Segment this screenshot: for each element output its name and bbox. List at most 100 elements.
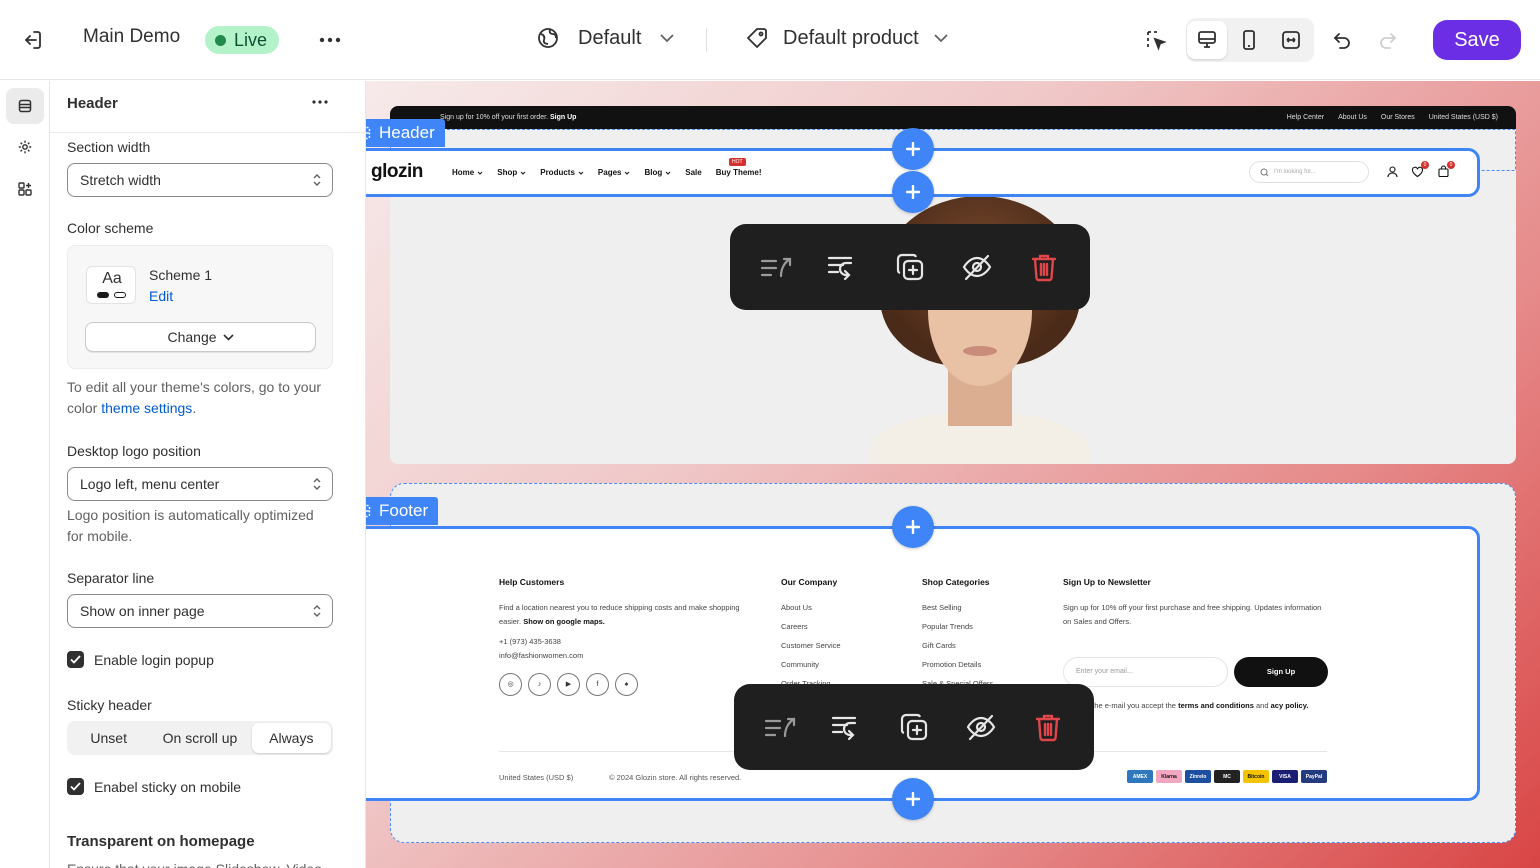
scheme-edit-link[interactable]: Edit	[149, 288, 173, 304]
exit-button[interactable]	[12, 20, 52, 60]
duplicate-button[interactable]	[888, 701, 940, 753]
footer-link-community[interactable]: Community	[781, 658, 901, 672]
menu-item-home[interactable]: Home	[452, 168, 483, 177]
menu-item-buy-theme[interactable]: Buy Theme!	[716, 168, 762, 177]
site-menu: Home Shop Products Pages Blog Sale Buy T…	[452, 168, 762, 177]
newsletter-email-input[interactable]: Enter your email...	[1063, 657, 1228, 687]
checkbox-checked[interactable]	[67, 651, 84, 668]
logo-position-select[interactable]: Logo left, menu center	[67, 467, 333, 501]
separator-select[interactable]: Show on inner page	[67, 594, 333, 628]
menu-item-blog[interactable]: Blog	[644, 168, 671, 177]
footer-currency-selector[interactable]: United States (USD $)	[499, 773, 573, 782]
delete-button[interactable]	[1018, 241, 1070, 293]
newsletter-signup-button[interactable]: Sign Up	[1234, 657, 1328, 687]
add-section-above-footer-button[interactable]	[892, 506, 934, 548]
menu-item-sale[interactable]: Sale	[685, 168, 701, 177]
duplicate-button[interactable]	[884, 241, 936, 293]
section-width-label: Section width	[67, 139, 151, 155]
header-section-tag[interactable]: Header	[366, 119, 445, 147]
live-label: Live	[234, 29, 268, 50]
add-section-below-header-button[interactable]	[892, 171, 934, 213]
wishlist-count-badge: 0	[1421, 161, 1429, 169]
save-button[interactable]: Save	[1433, 20, 1521, 60]
chevron-down-icon	[625, 171, 630, 175]
checkmark-icon	[70, 782, 81, 791]
theme-dropdown[interactable]: Default	[536, 26, 675, 50]
snapchat-icon[interactable]: ♠	[615, 673, 638, 696]
site-search-input[interactable]: I'm looking for...	[1249, 161, 1369, 183]
sticky-option-always[interactable]: Always	[251, 723, 331, 753]
tiktok-icon[interactable]: ♪	[528, 673, 551, 696]
change-scheme-button[interactable]: Change	[85, 322, 316, 352]
sections-tab[interactable]	[6, 88, 44, 124]
redo-button[interactable]	[1368, 20, 1408, 60]
hot-badge: HOT	[729, 158, 746, 166]
currency-selector[interactable]: United States (USD $)	[1429, 114, 1498, 121]
privacy-link[interactable]: acy policy.	[1271, 701, 1309, 710]
hide-button[interactable]	[951, 241, 1003, 293]
move-down-icon	[831, 716, 856, 741]
sticky-option-unset[interactable]: Unset	[69, 723, 148, 753]
footer-link-careers[interactable]: Careers	[781, 620, 901, 634]
wishlist-button[interactable]: 0	[1411, 161, 1429, 178]
footer-link-gift-cards[interactable]: Gift Cards	[922, 639, 1042, 653]
sticky-option-scroll-up[interactable]: On scroll up	[148, 723, 251, 753]
account-button[interactable]	[1386, 165, 1399, 178]
hide-button[interactable]	[955, 701, 1007, 753]
footer-link-best-selling[interactable]: Best Selling	[922, 601, 1042, 615]
footer-link-about[interactable]: About Us	[781, 601, 901, 615]
undo-button[interactable]	[1322, 20, 1362, 60]
move-down-button[interactable]	[821, 701, 873, 753]
theme-settings-tab[interactable]	[6, 129, 44, 165]
cart-button[interactable]: 0	[1437, 161, 1455, 178]
apps-tab[interactable]	[6, 171, 44, 207]
footer-link-customer-service[interactable]: Customer Service	[781, 639, 901, 653]
terms-link[interactable]: terms and conditions	[1178, 701, 1254, 710]
add-section-above-header-button[interactable]	[892, 128, 934, 170]
section-icon	[366, 126, 371, 140]
desktop-view-button[interactable]	[1187, 21, 1227, 59]
footer-email[interactable]: info@fashionwomen.com	[499, 649, 744, 663]
expand-horizontal-icon	[1282, 31, 1300, 49]
more-actions-button[interactable]	[310, 20, 350, 60]
delete-button[interactable]	[1022, 701, 1074, 753]
footer-section-tag[interactable]: Footer	[366, 497, 439, 525]
site-logo[interactable]: glozin	[371, 161, 423, 183]
login-popup-checkbox[interactable]: Enable login popup	[67, 651, 214, 668]
instagram-icon[interactable]: ◎	[499, 673, 522, 696]
select-arrows-icon	[313, 478, 321, 490]
theme-settings-link[interactable]: theme settings	[101, 400, 192, 416]
search-icon	[1260, 168, 1269, 176]
sticky-mobile-checkbox[interactable]: Enabel sticky on mobile	[67, 778, 241, 795]
menu-item-shop[interactable]: Shop	[497, 168, 526, 177]
template-dropdown[interactable]: Default product	[745, 26, 949, 50]
add-section-below-footer-button[interactable]	[892, 778, 934, 820]
header-tag-label: Header	[379, 123, 435, 142]
footer-link-promotion[interactable]: Promotion Details	[922, 658, 1042, 672]
inspector-button[interactable]	[1136, 20, 1176, 60]
section-width-select[interactable]: Stretch width	[67, 163, 333, 197]
menu-item-products[interactable]: Products	[540, 168, 584, 177]
topbar-divider	[706, 28, 707, 52]
menu-item-pages[interactable]: Pages	[598, 168, 631, 177]
separator-value: Show on inner page	[80, 603, 205, 619]
move-up-button[interactable]	[754, 701, 806, 753]
announcement-signup-link[interactable]: Sign Up	[550, 114, 576, 121]
google-maps-link[interactable]: Show on google maps.	[523, 617, 605, 626]
select-cursor-icon	[1147, 31, 1167, 51]
scheme-primary-swatch	[97, 292, 109, 298]
facebook-icon[interactable]: f	[586, 673, 609, 696]
move-down-button[interactable]	[817, 241, 869, 293]
checkbox-checked[interactable]	[67, 778, 84, 795]
youtube-icon[interactable]: ▶	[557, 673, 580, 696]
mobile-view-button[interactable]	[1229, 21, 1269, 59]
help-center-link[interactable]: Help Center	[1287, 114, 1324, 121]
live-dot-icon	[215, 34, 226, 46]
fullwidth-view-button[interactable]	[1271, 21, 1311, 59]
panel-more-button[interactable]	[306, 90, 334, 114]
our-stores-link[interactable]: Our Stores	[1381, 114, 1415, 121]
eye-off-icon	[966, 714, 996, 741]
footer-link-popular-trends[interactable]: Popular Trends	[922, 620, 1042, 634]
about-us-link[interactable]: About Us	[1338, 114, 1367, 121]
move-up-button[interactable]	[750, 241, 802, 293]
